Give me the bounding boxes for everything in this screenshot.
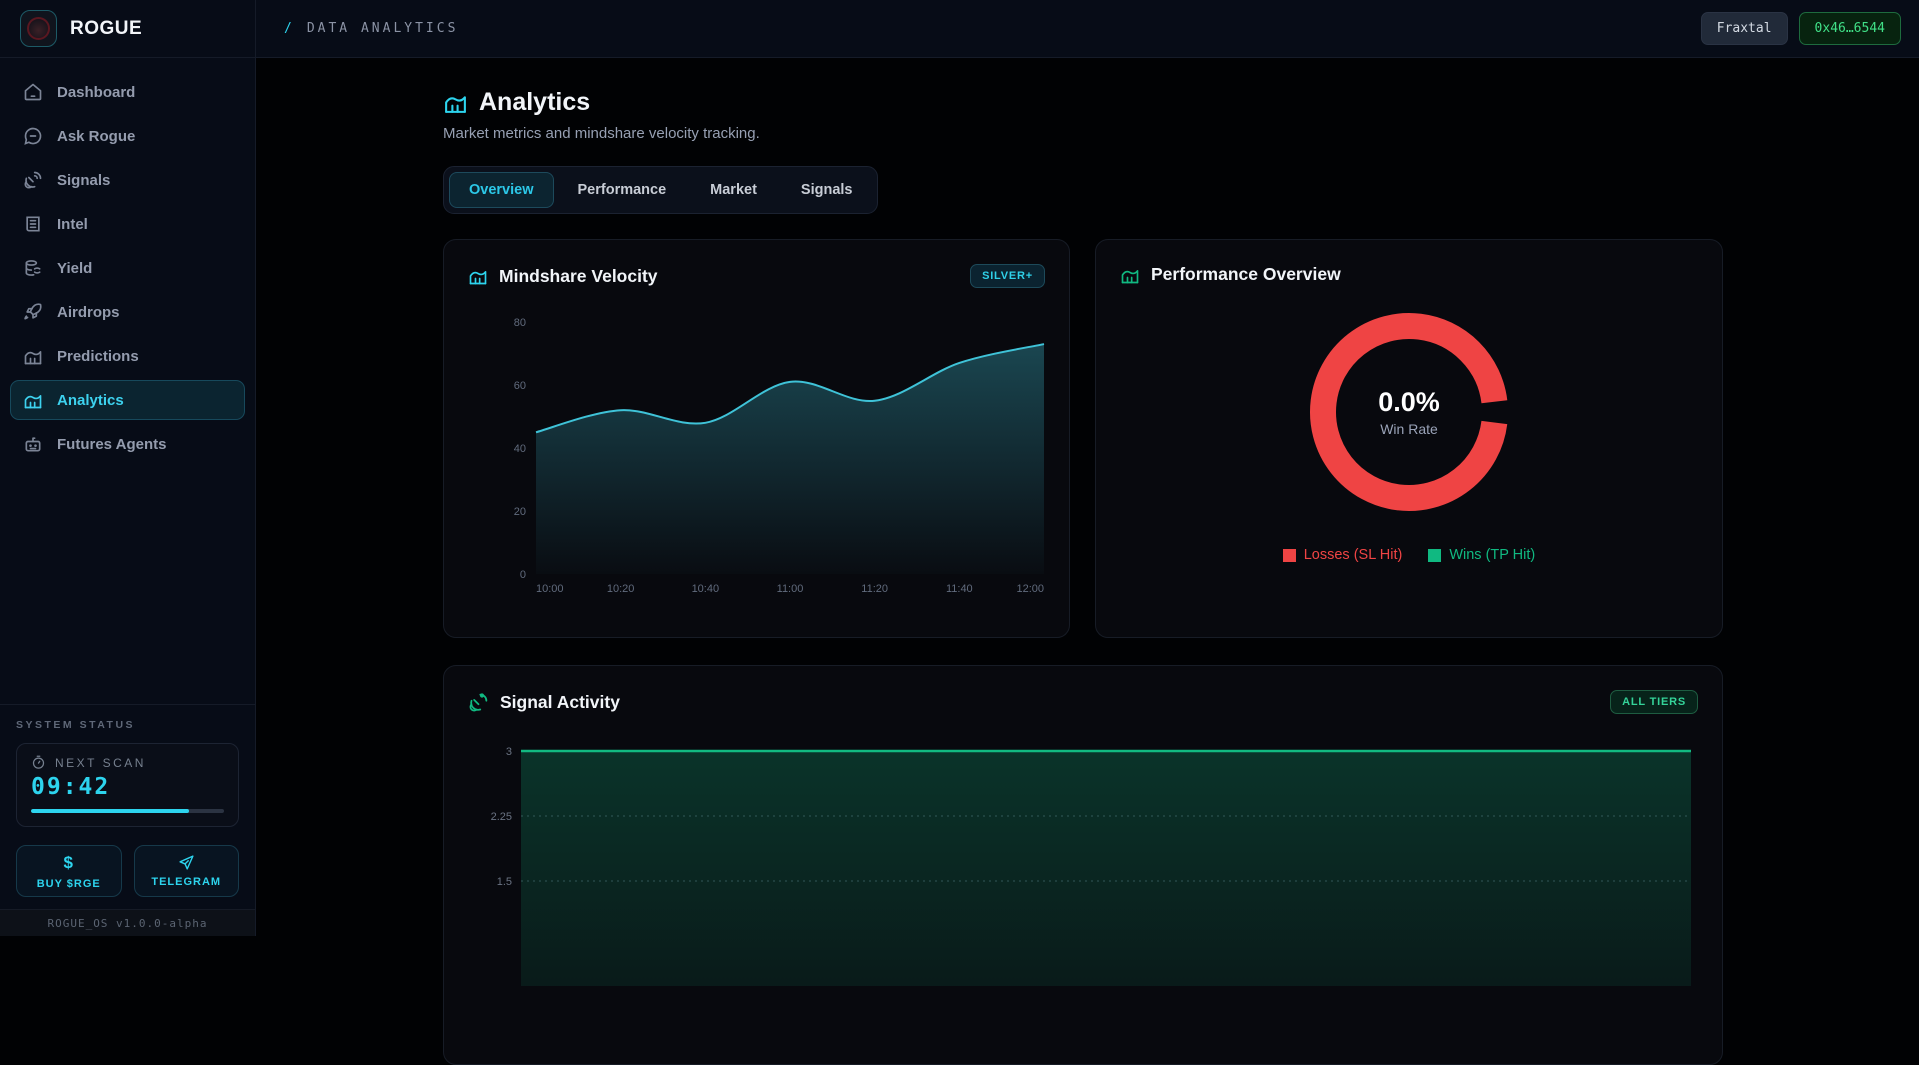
legend-item-wins: Wins (TP Hit) bbox=[1428, 547, 1535, 563]
breadcrumb-text: DATA ANALYTICS bbox=[307, 21, 459, 36]
svg-text:11:20: 11:20 bbox=[861, 583, 888, 595]
svg-text:10:20: 10:20 bbox=[607, 583, 635, 595]
coins-icon bbox=[23, 258, 43, 278]
performance-card-title: Performance Overview bbox=[1151, 264, 1341, 285]
svg-text:12:00: 12:00 bbox=[1016, 583, 1044, 595]
win-rate-label: Win Rate bbox=[1380, 421, 1438, 437]
mindshare-velocity-card: Mindshare Velocity SILVER+ 0 20 40 60 80 10:0… bbox=[443, 239, 1070, 638]
svg-text:3: 3 bbox=[506, 746, 512, 758]
next-scan-label: NEXT SCAN bbox=[55, 756, 146, 770]
wallet-address-button[interactable]: 0x46…6544 bbox=[1799, 12, 1901, 45]
sidebar-item-label: Predictions bbox=[57, 348, 139, 365]
chart-icon bbox=[23, 346, 43, 366]
sidebar-item-predictions[interactable]: Predictions bbox=[10, 336, 245, 376]
chart-icon bbox=[23, 390, 43, 410]
sidebar-item-intel[interactable]: Intel bbox=[10, 204, 245, 244]
paper-plane-icon bbox=[178, 854, 195, 871]
svg-text:11:40: 11:40 bbox=[946, 583, 973, 595]
rogue-logo-avatar[interactable] bbox=[20, 10, 57, 47]
main-content: Analytics Market metrics and mindshare v… bbox=[256, 58, 1919, 936]
wins-label: Wins (TP Hit) bbox=[1449, 547, 1535, 563]
network-button[interactable]: Fraxtal bbox=[1701, 12, 1788, 45]
analytics-chart-icon bbox=[443, 90, 468, 115]
breadcrumb-slash: / bbox=[284, 21, 295, 36]
sidebar-item-label: Yield bbox=[57, 260, 92, 277]
sidebar-item-analytics[interactable]: Analytics bbox=[10, 380, 245, 420]
wins-swatch bbox=[1428, 549, 1441, 562]
dollar-icon: $ bbox=[64, 853, 74, 873]
tab-signals[interactable]: Signals bbox=[781, 172, 873, 208]
tab-market[interactable]: Market bbox=[690, 172, 777, 208]
next-scan-countdown: 09:42 bbox=[31, 774, 224, 800]
svg-text:40: 40 bbox=[514, 443, 526, 455]
sidebar-item-futures-agents[interactable]: Futures Agents bbox=[10, 424, 245, 464]
signal-activity-chart: 1.5 2.25 3 bbox=[468, 736, 1700, 986]
page-title: Analytics bbox=[479, 88, 590, 117]
losses-swatch bbox=[1283, 549, 1296, 562]
svg-text:60: 60 bbox=[514, 380, 526, 392]
performance-legend: Losses (SL Hit) Wins (TP Hit) bbox=[1283, 547, 1536, 563]
sidebar-item-dashboard[interactable]: Dashboard bbox=[10, 72, 245, 112]
buy-rge-label: BUY $RGE bbox=[37, 878, 101, 890]
sidebar-item-ask-rogue[interactable]: Ask Rogue bbox=[10, 116, 245, 156]
sidebar: ROGUE Dashboard Ask Rogue Signals Intel bbox=[0, 0, 256, 936]
buy-rge-button[interactable]: $ BUY $RGE bbox=[16, 845, 122, 897]
svg-text:10:00: 10:00 bbox=[536, 583, 564, 595]
stopwatch-icon bbox=[31, 755, 46, 770]
sidebar-item-airdrops[interactable]: Airdrops bbox=[10, 292, 245, 332]
tier-badge: SILVER+ bbox=[970, 264, 1045, 288]
svg-text:0: 0 bbox=[520, 569, 526, 581]
sidebar-item-label: Intel bbox=[57, 216, 88, 233]
analytics-tabs: Overview Performance Market Signals bbox=[443, 166, 878, 214]
home-icon bbox=[23, 82, 43, 102]
svg-text:80: 80 bbox=[514, 317, 526, 329]
scan-progress-fill bbox=[31, 809, 189, 813]
logo-row: ROGUE bbox=[0, 0, 255, 58]
scan-progress-bar bbox=[31, 809, 224, 813]
sidebar-item-signals[interactable]: Signals bbox=[10, 160, 245, 200]
svg-text:2.25: 2.25 bbox=[491, 811, 512, 823]
performance-chart-icon bbox=[1120, 265, 1140, 285]
sidebar-item-yield[interactable]: Yield bbox=[10, 248, 245, 288]
mindshare-chart-icon bbox=[468, 266, 488, 286]
rocket-icon bbox=[23, 302, 43, 322]
signal-activity-card: Signal Activity ALL TIERS 1.5 2.25 3 bbox=[443, 665, 1723, 1065]
all-tiers-badge: ALL TIERS bbox=[1610, 690, 1698, 714]
sidebar-item-label: Futures Agents bbox=[57, 436, 166, 453]
version-footer: ROGUE_OS v1.0.0-alpha bbox=[0, 909, 255, 936]
mindshare-area-chart: 0 20 40 60 80 10:00 10:20 10:40 11:00 11:20 11:40 1… bbox=[468, 296, 1047, 602]
page-subtitle: Market metrics and mindshare velocity tr… bbox=[443, 125, 1723, 142]
topbar: / DATA ANALYTICS Fraxtal 0x46…6544 bbox=[256, 0, 1919, 58]
sidebar-item-label: Signals bbox=[57, 172, 110, 189]
next-scan-panel: NEXT SCAN 09:42 bbox=[16, 743, 239, 827]
legend-item-losses: Losses (SL Hit) bbox=[1283, 547, 1403, 563]
tab-performance[interactable]: Performance bbox=[558, 172, 687, 208]
losses-label: Losses (SL Hit) bbox=[1304, 547, 1403, 563]
svg-text:1.5: 1.5 bbox=[497, 876, 512, 888]
win-rate-value: 0.0% bbox=[1378, 387, 1440, 418]
mindshare-card-title: Mindshare Velocity bbox=[499, 266, 658, 287]
svg-text:20: 20 bbox=[514, 506, 526, 518]
app-name: ROGUE bbox=[70, 18, 142, 40]
telegram-button[interactable]: TELEGRAM bbox=[134, 845, 240, 897]
tab-overview[interactable]: Overview bbox=[449, 172, 554, 208]
chat-icon bbox=[23, 126, 43, 146]
sidebar-nav: Dashboard Ask Rogue Signals Intel Yield bbox=[0, 58, 255, 704]
telegram-label: TELEGRAM bbox=[151, 876, 221, 888]
performance-overview-card: Performance Overview 0.0% Win Rate Losse bbox=[1095, 239, 1723, 638]
satellite-dish-icon bbox=[23, 170, 43, 190]
system-status-section: SYSTEM STATUS NEXT SCAN 09:42 $ BUY $RGE bbox=[0, 704, 255, 936]
sidebar-item-label: Ask Rogue bbox=[57, 128, 135, 145]
system-status-label: SYSTEM STATUS bbox=[16, 719, 239, 731]
svg-text:10:40: 10:40 bbox=[692, 583, 720, 595]
newspaper-icon bbox=[23, 214, 43, 234]
sidebar-item-label: Analytics bbox=[57, 392, 124, 409]
svg-text:11:00: 11:00 bbox=[777, 583, 804, 595]
breadcrumb: / DATA ANALYTICS bbox=[284, 21, 458, 36]
sidebar-item-label: Dashboard bbox=[57, 84, 135, 101]
signal-satellite-icon bbox=[468, 692, 489, 713]
robot-icon bbox=[23, 434, 43, 454]
signal-card-title: Signal Activity bbox=[500, 692, 620, 713]
sidebar-item-label: Airdrops bbox=[57, 304, 120, 321]
